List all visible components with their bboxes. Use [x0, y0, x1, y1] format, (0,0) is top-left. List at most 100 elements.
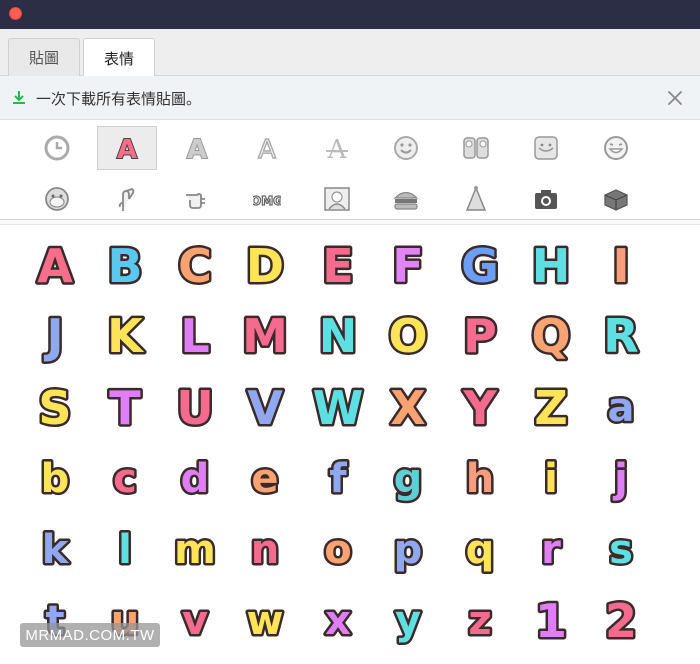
smiley-face-icon[interactable] — [376, 126, 436, 170]
sticker-glyph: g — [391, 454, 425, 505]
sticker-b[interactable]: b — [25, 446, 85, 508]
sticker-upper-n[interactable]: N — [308, 303, 368, 366]
sticker-c[interactable]: c — [95, 446, 155, 508]
window-close-button[interactable] — [9, 7, 22, 20]
svg-text:s: s — [609, 527, 633, 573]
sticker-n[interactable]: n — [235, 517, 295, 579]
sticker-g[interactable]: g — [378, 446, 438, 508]
sticker-upper-f[interactable]: F — [378, 233, 438, 296]
sticker-upper-h[interactable]: H — [521, 233, 581, 296]
recent-clock-icon[interactable] — [27, 126, 87, 170]
sticker-v[interactable]: v — [165, 588, 225, 650]
pink-letter-a-icon[interactable]: A — [97, 126, 157, 170]
sticker-upper-l[interactable]: L — [165, 303, 225, 366]
sticker-glyph: G — [459, 237, 502, 296]
monkey-face-icon[interactable] — [27, 177, 87, 221]
svg-text:2: 2 — [605, 594, 637, 648]
sticker-glyph: F — [390, 237, 426, 296]
close-icon[interactable] — [666, 89, 684, 107]
sticker-upper-u[interactable]: U — [165, 375, 225, 438]
sticker-glyph: e — [249, 454, 281, 505]
sticker-s[interactable]: s — [591, 517, 651, 579]
sticker-upper-w[interactable]: W — [308, 375, 368, 438]
tab-stickers[interactable]: 貼圖 — [8, 38, 80, 76]
sticker-k[interactable]: k — [25, 517, 85, 579]
sticker-upper-d[interactable]: D — [235, 233, 295, 296]
svg-text:i: i — [544, 456, 558, 502]
sticker-upper-k[interactable]: K — [95, 303, 155, 366]
svg-text:b: b — [41, 456, 70, 502]
sticker-glyph: w — [244, 596, 286, 647]
gift-box-icon[interactable] — [586, 177, 646, 221]
sticker-upper-q[interactable]: Q — [521, 303, 581, 366]
download-all-text[interactable]: 一次下載所有表情貼圖。 — [36, 88, 201, 109]
sticker-upper-y[interactable]: Y — [450, 375, 510, 438]
sticker-p[interactable]: p — [378, 517, 438, 579]
sticker-m[interactable]: m — [165, 517, 225, 579]
sticker-upper-z[interactable]: Z — [521, 375, 581, 438]
sticker-upper-v[interactable]: V — [235, 375, 295, 438]
sticker-upper-e[interactable]: E — [308, 233, 368, 296]
tab-emoji[interactable]: 表情 — [83, 38, 155, 77]
crossed-fingers-icon[interactable] — [97, 177, 157, 221]
sticker-upper-j[interactable]: J — [25, 303, 85, 366]
pointing-hand-icon[interactable] — [167, 177, 227, 221]
sticker-upper-t[interactable]: T — [95, 375, 155, 438]
sticker-upper-c[interactable]: C — [165, 233, 225, 296]
camera-icon[interactable] — [516, 177, 576, 221]
sticker-o[interactable]: o — [308, 517, 368, 579]
outline-letter-a-icon[interactable]: A — [237, 126, 297, 170]
sticker-h[interactable]: h — [450, 446, 510, 508]
sticker-glyph: r — [539, 525, 564, 576]
sticker-glyph: P — [461, 307, 500, 366]
sticker-upper-o[interactable]: O — [378, 303, 438, 366]
svg-text:F: F — [392, 239, 423, 293]
sticker-upper-x[interactable]: X — [378, 375, 438, 438]
sticker-upper-s[interactable]: S — [25, 375, 85, 438]
sticker-upper-a[interactable]: A — [25, 233, 85, 296]
sticker-glyph: 1 — [532, 592, 569, 651]
sticker-i[interactable]: i — [521, 446, 581, 508]
couple-icon[interactable] — [446, 126, 506, 170]
sticker-x[interactable]: x — [308, 588, 368, 650]
svg-text:H: H — [532, 239, 571, 293]
sticker-q[interactable]: q — [450, 517, 510, 579]
sticker-a[interactable]: a — [591, 375, 651, 437]
sticker-upper-b[interactable]: B — [95, 233, 155, 296]
sticker-upper-i[interactable]: I — [591, 233, 651, 296]
burger-icon[interactable] — [376, 177, 436, 221]
download-icon[interactable] — [11, 89, 27, 105]
sticker-l[interactable]: l — [95, 517, 155, 579]
character-scene-icon[interactable] — [307, 177, 367, 221]
svg-text:L: L — [180, 309, 209, 363]
girl-face-icon[interactable] — [516, 126, 576, 170]
sticker-z[interactable]: z — [450, 588, 510, 650]
svg-text:OMG: OMG — [253, 194, 281, 208]
sticker-upper-g[interactable]: G — [450, 233, 510, 296]
svg-text:C: C — [178, 239, 212, 293]
sticker-glyph: L — [178, 307, 212, 366]
sticker-y[interactable]: y — [378, 588, 438, 650]
sticker-d[interactable]: d — [165, 446, 225, 508]
sticker-upper-m[interactable]: M — [235, 303, 295, 366]
svg-text:p: p — [394, 527, 423, 573]
svg-text:Y: Y — [462, 381, 497, 435]
sticker-glyph: M — [240, 307, 291, 366]
svg-text:A: A — [327, 135, 348, 162]
sticker-1[interactable]: 1 — [521, 588, 581, 651]
sticker-upper-r[interactable]: R — [591, 303, 651, 366]
stylized-letter-a-icon[interactable]: A — [307, 126, 367, 170]
party-hat-icon[interactable] — [446, 177, 506, 221]
sticker-f[interactable]: f — [308, 446, 368, 508]
sticker-w[interactable]: w — [235, 588, 295, 650]
omg-text-icon[interactable]: OMG — [237, 177, 297, 221]
sticker-r[interactable]: r — [521, 517, 581, 579]
sticker-e[interactable]: e — [235, 446, 295, 508]
sticker-j[interactable]: j — [591, 446, 651, 508]
grinning-face-icon[interactable] — [586, 126, 646, 170]
sticker-2[interactable]: 2 — [591, 588, 651, 651]
sticker-glyph: d — [178, 454, 212, 505]
bold-letter-a-icon[interactable]: A — [167, 126, 227, 170]
sticker-glyph: b — [38, 454, 72, 505]
sticker-upper-p[interactable]: P — [450, 303, 510, 366]
